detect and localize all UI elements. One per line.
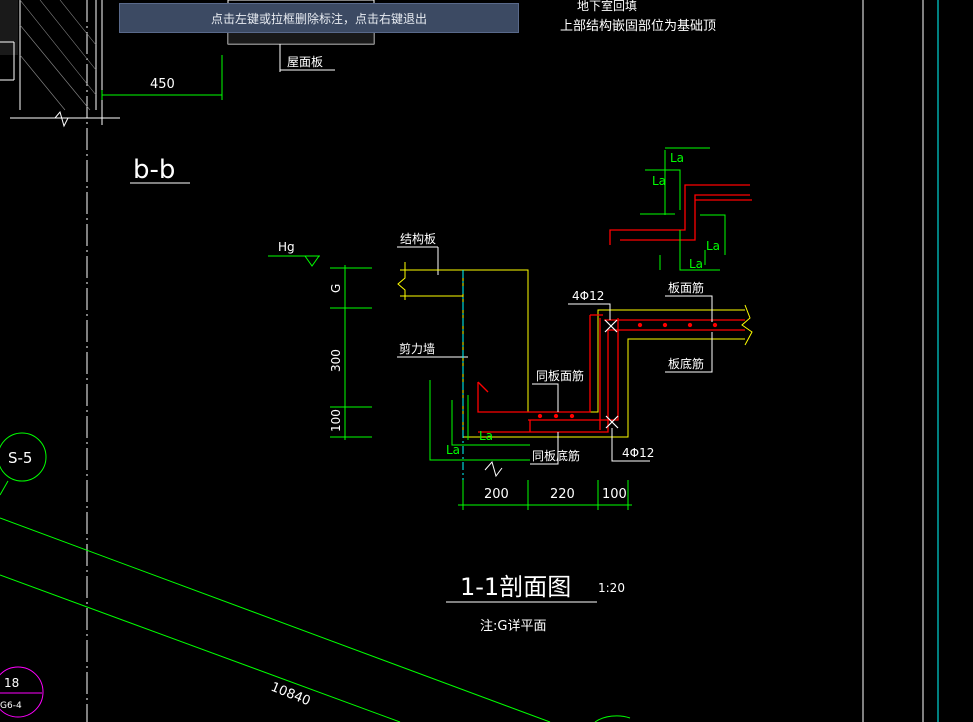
grid-s5-label: S-5 xyxy=(8,449,32,467)
rebar-section xyxy=(477,314,745,433)
section-bb-label: b-b xyxy=(133,155,175,185)
dim-10840-label: 10840 xyxy=(269,680,313,709)
dim-450-label: 450 xyxy=(150,77,175,92)
bottom-dim-chain xyxy=(458,460,632,510)
rebar-top-label: 4Φ12 xyxy=(572,289,604,303)
note-label: 注:G详平面 xyxy=(480,619,546,634)
la-label-4: La xyxy=(652,174,666,188)
partial-circle-bottom xyxy=(594,715,631,722)
slab-bottom-bar-label: 板底筋 xyxy=(668,356,704,371)
dim-g-label: G xyxy=(329,284,343,293)
la-label-5: La xyxy=(706,239,720,253)
grid-axis-line xyxy=(0,480,9,496)
dim-100-left-label: 100 xyxy=(329,409,343,432)
slab-top-bar-label: 板面筋 xyxy=(668,280,704,295)
grid-axis-line xyxy=(0,574,401,722)
slab-top-leader xyxy=(665,295,713,322)
la-label-1: La xyxy=(479,429,493,443)
detail-num-label: 18 xyxy=(4,676,19,690)
dim-100-right-label: 100 xyxy=(602,487,627,502)
top-left-wall-detail xyxy=(0,0,120,128)
detail-ref-label: G6-4 xyxy=(0,701,22,711)
top-note: 上部结构嵌固部位为基础顶 xyxy=(560,19,716,34)
top-note-partial: 地下室回填 xyxy=(577,0,637,13)
dim-220-label: 220 xyxy=(550,487,575,502)
hint-bar: 点击左键或拉框删除标注，点击右键退出 xyxy=(119,3,519,33)
shear-wall-label: 剪力墙 xyxy=(399,341,435,356)
same-bottom-bar-label: 同板底筋 xyxy=(532,448,580,463)
la-label-3: La xyxy=(670,151,684,165)
hg-marker: Hg xyxy=(268,240,320,267)
rebar-top-leader xyxy=(568,303,611,320)
roof-slab-label: 屋面板 xyxy=(287,55,323,69)
dim-300-label: 300 xyxy=(329,349,343,372)
dim-200-label: 200 xyxy=(484,487,509,502)
la-label-2: La xyxy=(446,443,460,457)
la-dim-lower xyxy=(429,380,530,461)
cad-drawing-canvas[interactable]: 450 屋面板 地下室回填 上部结构嵌固部位为基础顶 b-b Hg G 300 … xyxy=(0,0,973,722)
same-top-bar-label: 同板面筋 xyxy=(536,368,584,383)
scale-label: 1:20 xyxy=(598,581,625,595)
rebar-bottom-label: 4Φ12 xyxy=(622,446,654,460)
structural-slab-label: 结构板 xyxy=(400,231,436,246)
corner-detail xyxy=(609,147,752,271)
la-label-6: La xyxy=(689,257,703,271)
dim-450: 450 xyxy=(101,55,223,100)
section-title: 1-1剖面图 xyxy=(460,573,571,601)
hg-label: Hg xyxy=(278,240,295,254)
corner-bar-markers xyxy=(604,319,619,429)
same-top-leader xyxy=(532,383,559,412)
